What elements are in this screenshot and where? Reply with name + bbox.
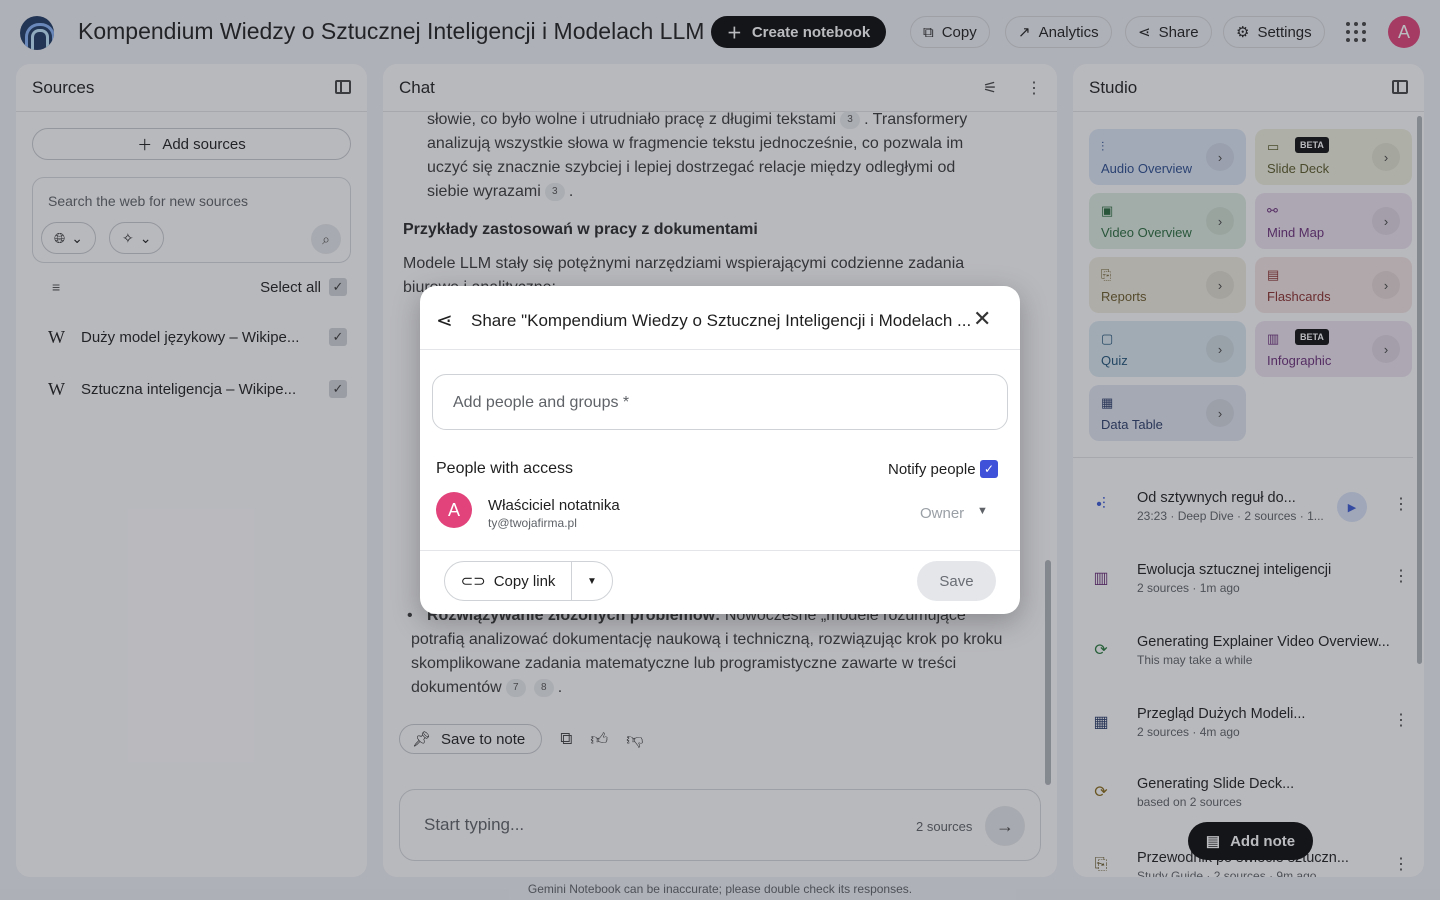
caret-down-icon: ▼ [977,505,988,517]
copy-link-group: ⊂⊃ Copy link ▼ [444,561,613,601]
share-icon: ⋖ [436,310,453,332]
add-people-input[interactable]: Add people and groups * [432,374,1008,430]
notify-people-checkbox[interactable]: ✓ [980,460,998,478]
caret-down-icon: ▼ [587,575,597,587]
copy-link-options-button[interactable]: ▼ [572,562,612,600]
share-dialog-header: ⋖ Share "Kompendium Wiedzy o Sztucznej I… [420,286,1020,350]
share-dialog-title: Share "Kompendium Wiedzy o Sztucznej Int… [471,311,972,330]
share-dialog: ⋖ Share "Kompendium Wiedzy o Sztucznej I… [420,286,1020,614]
avatar: A [436,492,472,528]
share-dialog-footer: ⊂⊃ Copy link ▼ Save [420,550,1020,614]
person-email: ty@twojafirma.pl [488,516,577,530]
save-button[interactable]: Save [917,561,996,601]
copy-link-button[interactable]: ⊂⊃ Copy link [445,562,572,600]
add-people-placeholder: Add people and groups * [453,394,630,411]
role-select: Owner [920,505,965,522]
person-name: Właściciel notatnika [488,497,620,514]
people-with-access-label: People with access [436,460,573,477]
close-icon[interactable]: ✕ [973,306,991,332]
link-icon: ⊂⊃ [460,573,486,590]
notify-people-label: Notify people [888,461,976,478]
